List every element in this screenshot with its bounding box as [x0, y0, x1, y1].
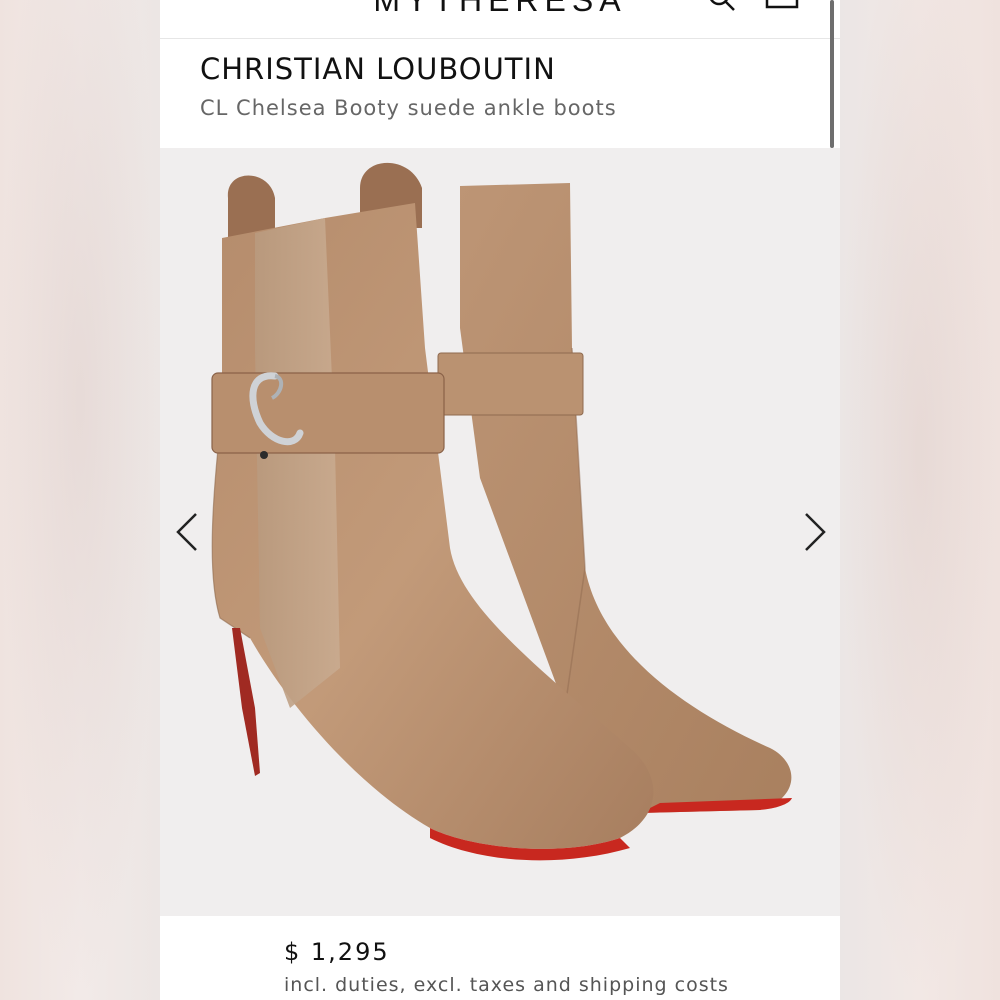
- product-image: [211, 162, 792, 861]
- price-note: incl. duties, excl. taxes and shipping c…: [284, 974, 729, 996]
- mobile-screen: MYTHERESA CHRISTIAN LOUBOUTIN CL Chelsea…: [160, 0, 840, 1000]
- product-price: $ 1,295: [284, 938, 390, 966]
- product-brand[interactable]: CHRISTIAN LOUBOUTIN: [200, 52, 556, 86]
- chevron-left-icon[interactable]: [172, 510, 202, 554]
- store-logo[interactable]: MYTHERESA: [365, 0, 635, 19]
- left-boot: [211, 175, 654, 861]
- hamburger-menu-icon[interactable]: [200, 0, 240, 6]
- top-navigation-bar: MYTHERESA: [160, 0, 840, 39]
- product-image-gallery[interactable]: [160, 148, 840, 916]
- price-section: $ 1,295 incl. duties, excl. taxes and sh…: [160, 916, 840, 1000]
- scrollbar[interactable]: [830, 0, 834, 148]
- shopping-bag-icon[interactable]: [765, 0, 799, 10]
- product-name: CL Chelsea Booty suede ankle boots: [200, 96, 617, 120]
- chevron-right-icon[interactable]: [800, 510, 830, 554]
- search-icon[interactable]: [708, 0, 736, 12]
